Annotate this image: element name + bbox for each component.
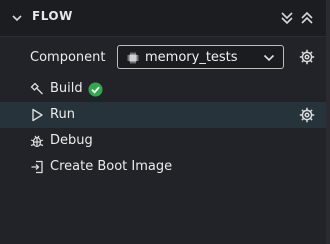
panel-title: FLOW (32, 9, 73, 23)
action-label: Debug (50, 133, 93, 148)
action-debug[interactable]: Debug (0, 128, 326, 154)
run-settings-gear-icon[interactable] (299, 107, 315, 123)
chevron-down-icon[interactable] (10, 11, 24, 25)
hammer-icon (30, 82, 43, 95)
sign-in-icon (31, 160, 43, 174)
component-select[interactable]: memory_tests (117, 45, 284, 69)
action-run[interactable]: Run (0, 102, 326, 128)
action-label: Build (50, 81, 83, 96)
bug-icon (30, 135, 44, 148)
play-icon (32, 108, 43, 122)
chip-icon (127, 52, 139, 64)
scrollbar[interactable] (326, 0, 330, 244)
flow-panel: FLOW Component memory_tests Build Run De… (0, 0, 327, 244)
collapse-all-icon[interactable] (280, 10, 294, 26)
action-create-boot-image[interactable]: Create Boot Image (0, 154, 326, 180)
component-label: Component (30, 50, 106, 65)
flow-header[interactable]: FLOW (0, 0, 326, 37)
action-label: Create Boot Image (50, 159, 173, 174)
dropdown-arrow-icon (263, 54, 275, 62)
build-success-check-icon (88, 82, 103, 97)
action-label: Run (50, 107, 75, 122)
action-build[interactable]: Build (0, 76, 326, 102)
component-select-value: memory_tests (145, 50, 238, 65)
component-settings-gear-icon[interactable] (299, 49, 315, 65)
expand-all-icon[interactable] (300, 10, 314, 26)
